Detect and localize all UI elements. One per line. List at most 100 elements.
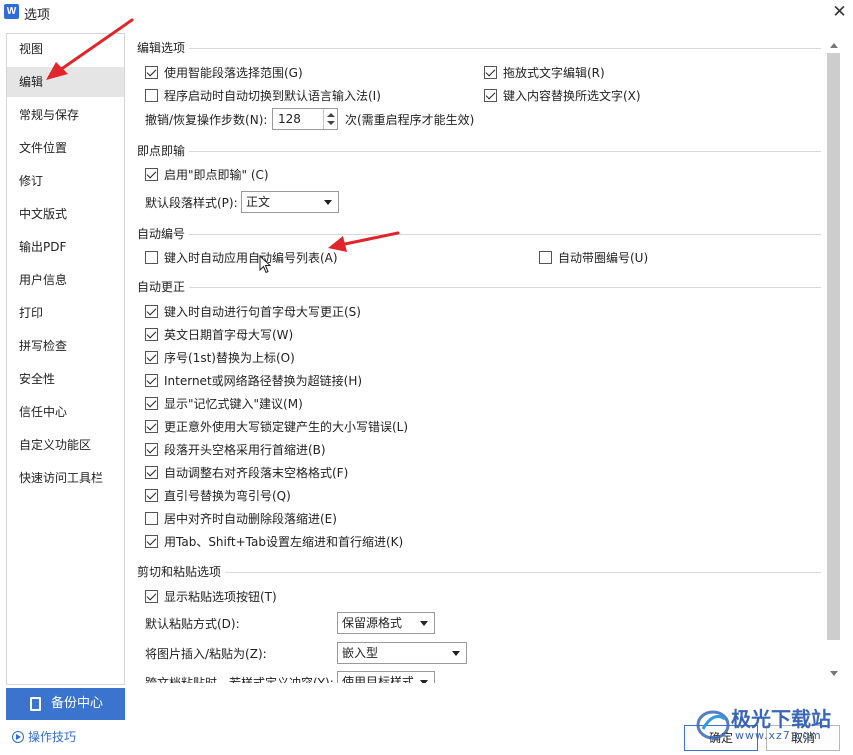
operation-tips-label: 操作技巧 [28,730,77,744]
autocorrect-label: 更正意外使用大写锁定键产生的大小写错误(L) [164,420,409,434]
default-paragraph-style-select[interactable]: 正文 [241,191,339,213]
chevron-down-icon [420,680,428,683]
smart-paragraph-checkbox[interactable] [145,66,158,79]
sidebar-item-chinese-layout[interactable]: 中文版式 [7,199,124,229]
cross-doc-paste-value: 使用目标样式 [342,675,415,683]
chevron-down-icon [324,200,332,205]
scroll-up-icon[interactable] [830,43,838,48]
insert-picture-label: 将图片插入/粘贴为(Z): [145,647,267,661]
smart-paragraph-label: 使用智能段落选择范围(G) [164,66,303,80]
insert-picture-select[interactable]: 嵌入型 [337,642,467,664]
operation-tips-link[interactable]: 操作技巧 [12,729,76,745]
spinner-down-icon[interactable] [327,121,335,125]
autocorrect-label: Internet或网络路径替换为超链接(H) [164,374,363,388]
sidebar-item-quick-access-toolbar[interactable]: 快速访问工具栏 [7,463,124,493]
autocorrect-checkbox[interactable] [145,374,158,387]
auto-ime-checkbox[interactable] [145,89,158,102]
drag-drop-checkbox[interactable] [484,66,497,79]
click-type-checkbox[interactable] [145,168,158,181]
cross-doc-paste-label: 跨文档粘贴时，若样式定义冲突(Y): [145,676,334,683]
backup-center-label: 备份中心 [51,696,104,711]
undo-steps-value: 128 [278,112,301,126]
autocorrect-checkbox[interactable] [145,443,158,456]
autocorrect-checkbox[interactable] [145,305,158,318]
default-paste-select[interactable]: 保留源格式 [337,612,435,634]
site-watermark: 极光下载站 www.xz7.com [695,697,845,749]
autocorrect-label: 键入时自动进行句首字母大写更正(S) [164,305,361,319]
autocorrect-checkbox[interactable] [145,397,158,410]
autocorrect-label: 用Tab、Shift+Tab设置左缩进和首行缩进(K) [164,535,404,549]
section-header-auto-numbering: 自动编号 [137,226,821,242]
scroll-down-icon[interactable] [830,671,838,676]
show-paste-button-label: 显示粘贴选项按钮(T) [164,590,277,604]
close-icon[interactable]: ✕ [826,0,853,26]
sidebar-item-edit[interactable]: 编辑 [7,67,124,97]
scrollbar-thumb[interactable] [827,53,840,640]
watermark-url: www.xz7.com [735,729,822,742]
chevron-down-icon [420,621,428,626]
autocorrect-label: 显示"记忆式键入"建议(M) [164,397,303,411]
auto-number-list-checkbox[interactable] [145,251,158,264]
sidebar-item-revision[interactable]: 修订 [7,166,124,196]
sidebar-item-print[interactable]: 打印 [7,298,124,328]
show-paste-button-checkbox[interactable] [145,590,158,603]
backup-icon [30,697,41,711]
autocorrect-label: 序号(1st)替换为上标(O) [164,351,295,365]
autocorrect-checkbox[interactable] [145,512,158,525]
autocorrect-checkbox[interactable] [145,351,158,364]
sidebar-item-user-info[interactable]: 用户信息 [7,265,124,295]
click-type-label: 启用"即点即输" (C) [164,168,269,182]
autocorrect-label: 段落开头空格采用行首缩进(B) [164,443,326,457]
window-title: 选项 [24,8,51,23]
autocorrect-checkbox[interactable] [145,535,158,548]
watermark-title: 极光下载站 [731,707,831,731]
circle-number-label: 自动带圈编号(U) [558,251,649,265]
watermark-logo-icon [696,710,730,740]
autocorrect-label: 自动调整右对齐段落末空格格式(F) [164,466,349,480]
undo-steps-label: 撤销/恢复操作步数(N): [145,113,268,127]
options-sidebar: 视图 编辑 常规与保存 文件位置 修订 中文版式 输出PDF 用户信息 打印 拼… [6,33,125,685]
auto-number-list-label: 键入时自动应用自动编号列表(A) [164,251,338,265]
default-paragraph-style-value: 正文 [246,195,271,209]
undo-steps-spinner[interactable]: 128 [272,108,338,130]
auto-ime-label: 程序启动时自动切换到默认语言输入法(I) [164,89,381,103]
default-paste-label: 默认粘贴方式(D): [145,617,240,631]
sidebar-item-general-save[interactable]: 常规与保存 [7,100,124,130]
sidebar-item-trust-center[interactable]: 信任中心 [7,397,124,427]
section-header-auto-correct: 自动更正 [137,279,821,295]
autocorrect-label: 直引号替换为弯引号(Q) [164,489,291,503]
sidebar-item-export-pdf[interactable]: 输出PDF [7,232,124,262]
play-circle-icon [12,731,24,743]
content-scrollbar[interactable] [825,33,843,683]
spinner-up-icon[interactable] [327,113,335,117]
edit-options-panel: 编辑选项 使用智能段落选择范围(G) 拖放式文字编辑(R) 程序启动时自动切换到… [131,33,825,683]
wps-writer-icon: W [4,4,19,19]
cross-doc-paste-select[interactable]: 使用目标样式 [337,671,435,683]
autocorrect-label: 英文日期首字母大写(W) [164,328,294,342]
default-paragraph-style-label: 默认段落样式(P): [145,196,238,210]
sidebar-item-security[interactable]: 安全性 [7,364,124,394]
autocorrect-checkbox[interactable] [145,328,158,341]
drag-drop-label: 拖放式文字编辑(R) [503,66,605,80]
mouse-cursor-icon [259,255,272,274]
section-header-edit-options: 编辑选项 [137,40,821,56]
autocorrect-checkbox[interactable] [145,420,158,433]
sidebar-item-view[interactable]: 视图 [7,34,124,64]
autocorrect-label: 居中对齐时自动删除段落缩进(E) [164,512,337,526]
typing-replace-checkbox[interactable] [484,89,497,102]
backup-center-button[interactable]: 备份中心 [6,688,125,720]
sidebar-item-spelling[interactable]: 拼写检查 [7,331,124,361]
insert-picture-value: 嵌入型 [342,646,379,660]
section-header-click-type: 即点即输 [137,143,821,159]
sidebar-item-file-locations[interactable]: 文件位置 [7,133,124,163]
section-header-cut-paste: 剪切和粘贴选项 [137,564,821,580]
title-bar: W 选项 ✕ [0,0,853,26]
circle-number-checkbox[interactable] [539,251,552,264]
autocorrect-checkbox[interactable] [145,466,158,479]
autocorrect-checkbox[interactable] [145,489,158,502]
typing-replace-label: 键入内容替换所选文字(X) [503,89,641,103]
sidebar-item-customize-ribbon[interactable]: 自定义功能区 [7,430,124,460]
default-paste-value: 保留源格式 [342,616,403,630]
undo-steps-note: 次(需重启程序才能生效) [345,113,475,127]
chevron-down-icon [452,651,460,656]
